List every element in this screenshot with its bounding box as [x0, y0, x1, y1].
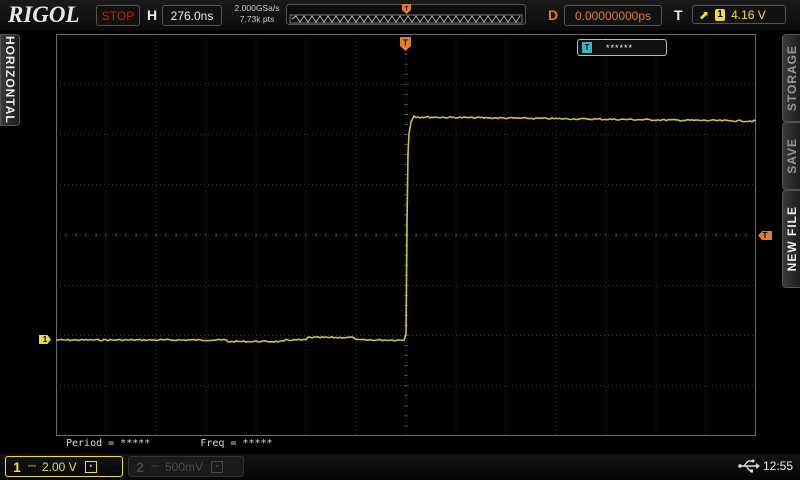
- rising-edge-icon: ⬈: [699, 7, 710, 22]
- tab-storage-label: STORAGE: [785, 44, 799, 112]
- channel-2-settings[interactable]: 2 ⎓ 500mV ▪: [128, 456, 244, 477]
- impedance-icon: ▪: [84, 460, 97, 473]
- channel-1-settings[interactable]: 1 ⎓ 2.00 V ▪: [5, 456, 123, 477]
- channel-1-scale: 2.00 V: [41, 459, 77, 474]
- dc-coupling-icon: ⎓: [151, 461, 159, 472]
- trigger-delay-value[interactable]: 0.00000000ps: [564, 5, 662, 26]
- measurement-row: Period = ***** Freq = *****: [66, 438, 317, 449]
- sample-rate: 2.000GSa/s: [234, 3, 280, 13]
- svg-text:T: T: [403, 39, 408, 48]
- tab-storage[interactable]: STORAGE: [782, 34, 800, 122]
- tab-save[interactable]: SAVE: [782, 122, 800, 190]
- tab-new-file[interactable]: NEW FILE: [782, 190, 800, 288]
- period-measurement: Period = *****: [66, 438, 151, 449]
- tab-horizontal[interactable]: HORIZONTAL: [0, 34, 20, 126]
- horizontal-label: H: [147, 7, 158, 23]
- sample-rate-readout: 2.000GSa/s 7.73k pts: [228, 3, 286, 25]
- trigger-level-marker[interactable]: T: [758, 231, 772, 240]
- waveform-display[interactable]: [56, 34, 756, 436]
- ch1-waveform-trace: [56, 114, 756, 344]
- delay-label: D: [548, 7, 559, 23]
- cursor-value: ******: [606, 42, 634, 53]
- run-stop-status[interactable]: STOP: [96, 5, 140, 26]
- trigger-settings[interactable]: ⬈ 1 4.16 V: [692, 5, 786, 24]
- cursor-t-icon: T: [582, 42, 592, 53]
- channel-2-number: 2: [136, 458, 144, 475]
- memory-trigger-marker-icon: T: [402, 4, 411, 14]
- usb-icon: [738, 459, 760, 473]
- tab-horizontal-label: HORIZONTAL: [3, 36, 17, 124]
- dc-coupling-icon: ⎓: [28, 461, 36, 472]
- brand-logo: RIGOL: [8, 2, 80, 27]
- system-clock: 12:55: [763, 459, 794, 473]
- frequency-measurement: Freq = *****: [200, 438, 273, 449]
- horizontal-timebase-value[interactable]: 276.0ns: [162, 5, 222, 26]
- svg-text:T: T: [405, 7, 409, 13]
- impedance-icon: ▪: [211, 460, 224, 473]
- trigger-cursor-readout: T ******: [577, 39, 667, 56]
- tab-save-label: SAVE: [785, 138, 799, 174]
- trigger-label: T: [674, 7, 683, 23]
- channel-2-scale: 500mV: [164, 459, 204, 474]
- channel-1-number: 1: [13, 458, 21, 475]
- trigger-position-marker-icon[interactable]: T: [400, 37, 411, 51]
- trigger-level-value: 4.16 V: [731, 7, 766, 22]
- memory-depth: 7.73k pts: [239, 14, 275, 24]
- tab-new-file-label: NEW FILE: [785, 206, 799, 272]
- trigger-source-badge: 1: [715, 8, 726, 21]
- ch1-offset-marker[interactable]: 1: [39, 335, 51, 344]
